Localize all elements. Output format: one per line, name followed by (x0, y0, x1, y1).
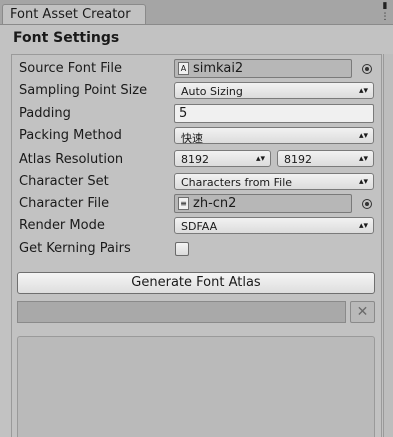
get-kerning-pairs-label: Get Kerning Pairs (19, 241, 131, 256)
character-file-label: Character File (19, 196, 110, 211)
render-mode-value: SDFAA (181, 220, 218, 233)
get-kerning-pairs-checkbox[interactable] (175, 242, 189, 256)
character-file-field[interactable]: ≡ zh-cn2 (174, 194, 352, 213)
dropdown-arrow-icon: ▴▾ (358, 221, 368, 231)
packing-method-dropdown[interactable]: 快速 ▴▾ (174, 127, 374, 145)
character-file-picker-icon[interactable] (362, 199, 372, 209)
source-font-value: simkai2 (193, 61, 244, 76)
output-text-area[interactable] (17, 336, 375, 437)
atlas-height-dropdown[interactable]: 8192 ▴▾ (277, 150, 374, 167)
atlas-width-value: 8192 (181, 153, 209, 166)
sampling-point-size-value: Auto Sizing (181, 85, 243, 98)
tab-title: Font Asset Creator (10, 7, 131, 22)
padding-input[interactable]: 5 (174, 104, 374, 123)
source-font-field[interactable]: A simkai2 (174, 59, 352, 78)
section-title-font-settings: Font Settings (13, 30, 120, 46)
dropdown-arrow-icon: ▴▾ (358, 154, 368, 164)
atlas-width-dropdown[interactable]: 8192 ▴▾ (174, 150, 271, 167)
atlas-height-value: 8192 (284, 153, 312, 166)
character-set-dropdown[interactable]: Characters from File ▴▾ (174, 173, 374, 190)
dropdown-arrow-icon: ▴▾ (255, 154, 265, 164)
menu-icon[interactable]: ⋮ (379, 11, 391, 23)
packing-method-label: Packing Method (19, 128, 122, 143)
tab-font-asset-creator[interactable]: Font Asset Creator (2, 4, 146, 24)
padding-label: Padding (19, 106, 71, 121)
vertical-scrollbar[interactable] (383, 54, 393, 437)
generate-font-atlas-button[interactable]: Generate Font Atlas (17, 272, 375, 294)
clear-button[interactable]: ✕ (350, 301, 375, 323)
font-file-icon: A (178, 62, 189, 75)
text-file-icon: ≡ (178, 197, 189, 210)
source-font-picker-icon[interactable] (362, 64, 372, 74)
source-font-label: Source Font File (19, 61, 122, 76)
sampling-point-size-label: Sampling Point Size (19, 83, 148, 98)
editor-tab-bar: Font Asset Creator ▮ ⋮ (0, 0, 393, 25)
character-set-label: Character Set (19, 174, 109, 189)
generation-progress-bar (17, 301, 346, 323)
character-file-value: zh-cn2 (193, 196, 237, 211)
dropdown-arrow-icon: ▴▾ (358, 131, 368, 141)
render-mode-label: Render Mode (19, 218, 105, 233)
dropdown-arrow-icon: ▴▾ (358, 177, 368, 187)
atlas-resolution-label: Atlas Resolution (19, 152, 124, 167)
sampling-point-size-dropdown[interactable]: Auto Sizing ▴▾ (174, 82, 374, 99)
render-mode-dropdown[interactable]: SDFAA ▴▾ (174, 217, 374, 234)
dropdown-arrow-icon: ▴▾ (358, 86, 368, 96)
packing-method-value: 快速 (181, 132, 203, 145)
character-set-value: Characters from File (181, 176, 293, 189)
padding-value: 5 (179, 106, 188, 121)
